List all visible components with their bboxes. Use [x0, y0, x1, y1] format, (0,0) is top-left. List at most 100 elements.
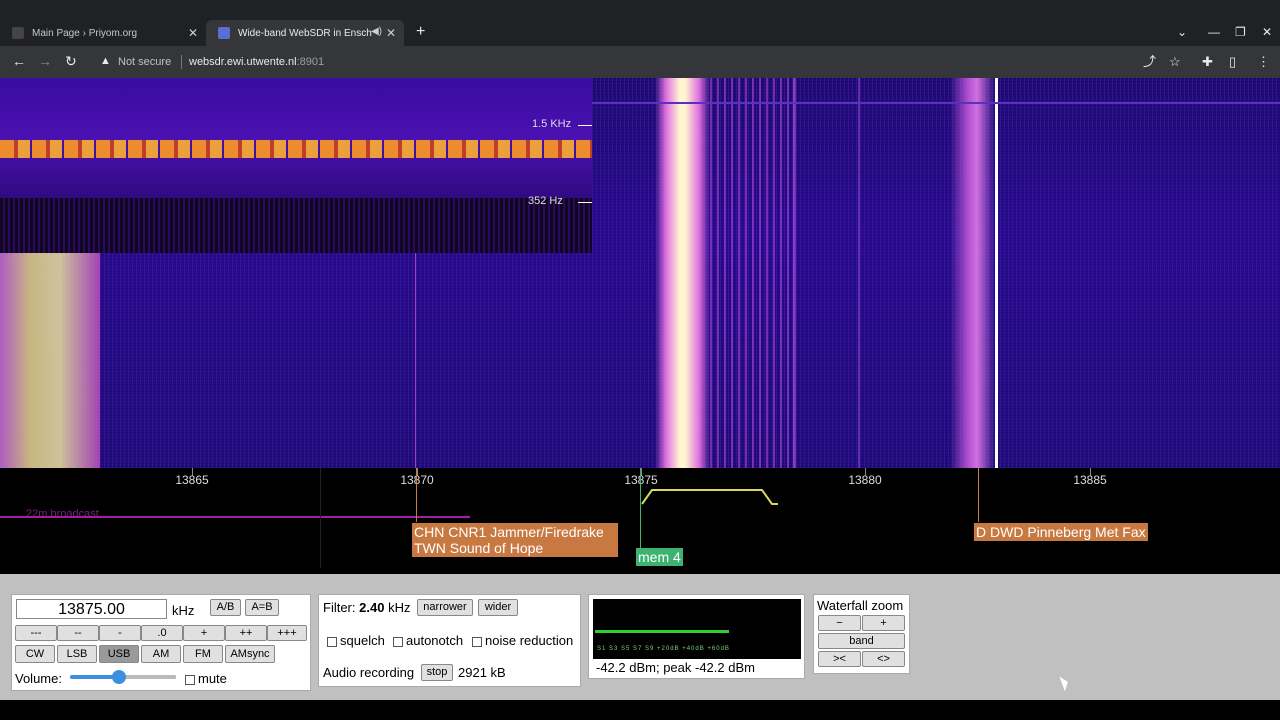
- close-window-icon[interactable]: ✕: [1262, 25, 1272, 39]
- wider-button[interactable]: wider: [478, 599, 518, 616]
- signal-trace: [0, 253, 100, 468]
- close-tab-icon[interactable]: ✕: [188, 26, 198, 40]
- inset-tick-low: [578, 202, 592, 203]
- zoom-in-button[interactable]: +: [862, 615, 905, 631]
- step-button[interactable]: +: [183, 625, 225, 641]
- signal-trace: [950, 78, 995, 468]
- volume-slider-rest[interactable]: [120, 675, 176, 679]
- station-line1: CHN CNR1 Jammer/Firedrake: [414, 524, 604, 540]
- url-text: websdr.ewi.utwente.nl:8901: [189, 56, 324, 68]
- noise-reduction-checkbox[interactable]: noise reduction: [472, 633, 573, 648]
- autonotch-checkbox-box[interactable]: [393, 636, 403, 647]
- step-button[interactable]: ---: [15, 625, 57, 641]
- smeter-readout: -42.2 dBm; peak -42.2 dBm: [596, 660, 755, 675]
- mode-am-button[interactable]: AM: [141, 645, 181, 663]
- share-icon[interactable]: ⤴: [1143, 55, 1156, 68]
- station-marker-line: [416, 468, 417, 522]
- url-port: :8901: [296, 56, 325, 68]
- signal-trace: [858, 78, 860, 468]
- passband-indicator[interactable]: [640, 488, 780, 510]
- mode-usb-button[interactable]: USB: [99, 645, 139, 663]
- inset-tick-high: [578, 125, 592, 126]
- noise-reduction-checkbox-box[interactable]: [472, 636, 482, 647]
- minimize-icon[interactable]: —: [1208, 25, 1220, 39]
- forward-icon[interactable]: →: [38, 54, 52, 68]
- inset-label-low: 352 Hz: [528, 195, 563, 207]
- waterfall-display[interactable]: 1.5 KHz 352 Hz: [0, 78, 1280, 468]
- noise-band: [0, 198, 592, 253]
- a-equals-b-button[interactable]: A=B: [245, 599, 279, 616]
- speaker-icon[interactable]: ◀): [371, 26, 382, 37]
- signal-trace: [655, 78, 710, 468]
- mute-checkbox[interactable]: mute: [185, 671, 227, 686]
- back-icon[interactable]: ←: [12, 54, 26, 68]
- extensions-icon[interactable]: ✚: [1202, 55, 1213, 68]
- frequency-input[interactable]: 13875.00: [16, 599, 167, 619]
- squelch-checkbox[interactable]: squelch: [327, 633, 385, 648]
- tab-title: Main Page › Priyom.org: [32, 27, 138, 39]
- menu-icon[interactable]: ⋮: [1257, 55, 1270, 68]
- mode-lsb-button[interactable]: LSB: [57, 645, 97, 663]
- smeter-box: S1 S3 S5 S7 S9 +20dB +40dB +60dB -42.2 d…: [588, 594, 805, 679]
- bookmark-star-icon[interactable]: ☆: [1169, 55, 1181, 68]
- signal-trace: [793, 78, 795, 468]
- squelch-label: squelch: [340, 633, 385, 648]
- reload-icon[interactable]: ↻: [65, 54, 77, 68]
- mode-fm-button[interactable]: FM: [183, 645, 223, 663]
- squelch-checkbox-box[interactable]: [327, 636, 337, 647]
- tab-title: Wide-band WebSDR in Ensch: [238, 27, 372, 39]
- freq-label: 13875: [624, 473, 658, 487]
- station-line2: TWN Sound of Hope: [414, 540, 544, 556]
- step-button[interactable]: ++: [225, 625, 267, 641]
- freq-label: 13880: [848, 473, 882, 487]
- zoom-title: Waterfall zoom: [817, 598, 904, 613]
- noise-reduction-label: noise reduction: [485, 633, 574, 648]
- tab-websdr[interactable]: Wide-band WebSDR in Ensch ◀) ✕: [206, 20, 404, 46]
- stop-recording-button[interactable]: stop: [421, 664, 453, 681]
- websdr-favicon-icon: [218, 27, 230, 39]
- security-label: Not secure: [118, 56, 172, 68]
- tab-priyom[interactable]: Main Page › Priyom.org ✕: [0, 20, 206, 46]
- memory-marker-line: [640, 468, 641, 548]
- ab-button[interactable]: A/B: [210, 599, 241, 616]
- volume-slider-knob[interactable]: [112, 670, 126, 684]
- step-button[interactable]: .0: [141, 625, 183, 641]
- filter-label: Filter:: [323, 600, 356, 615]
- tuning-box: 13875.00 kHz A/B A=B --- -- - .0 + ++ ++…: [11, 594, 311, 691]
- browser-tab-bar: Main Page › Priyom.org ✕ Wide-band WebSD…: [0, 0, 1280, 46]
- autonotch-checkbox[interactable]: autonotch: [393, 633, 463, 648]
- signal-trace: [592, 102, 1280, 104]
- address-bar: ← → ↻ ▲ Not secure websdr.ewi.utwente.nl…: [0, 46, 1280, 78]
- tab-search-icon[interactable]: ⌄: [1177, 25, 1187, 39]
- station-label-cnr1[interactable]: CHN CNR1 Jammer/Firedrake TWN Sound of H…: [411, 522, 619, 558]
- station-label-dwd[interactable]: D DWD Pinneberg Met Fax: [973, 522, 1149, 542]
- url-field[interactable]: ▲ Not secure websdr.ewi.utwente.nl:8901: [92, 51, 1192, 73]
- new-tab-icon[interactable]: +: [416, 24, 425, 40]
- side-panel-icon[interactable]: ▯: [1229, 55, 1236, 68]
- step-button[interactable]: +++: [267, 625, 307, 641]
- url-host: websdr.ewi.utwente.nl: [189, 56, 297, 68]
- zoom-band-button[interactable]: band: [818, 633, 905, 649]
- narrower-button[interactable]: narrower: [417, 599, 473, 616]
- memory-label[interactable]: mem 4: [636, 548, 683, 566]
- close-tab-icon[interactable]: ✕: [386, 26, 396, 40]
- filter-readout: Filter: 2.40 kHz: [323, 600, 410, 615]
- smeter-bar: [595, 630, 729, 633]
- band-label: 22m broadcast: [26, 508, 99, 520]
- recording-size: 2921 kB: [458, 665, 506, 680]
- zoom-wide-button[interactable]: <>: [862, 651, 905, 667]
- zoom-out-button[interactable]: −: [818, 615, 861, 631]
- autonotch-label: autonotch: [406, 633, 464, 648]
- tone-trace: [0, 140, 592, 158]
- smeter-display: S1 S3 S5 S7 S9 +20dB +40dB +60dB: [593, 599, 801, 659]
- inset-label-high: 1.5 KHz: [532, 118, 572, 130]
- filter-unit: kHz: [388, 600, 411, 615]
- mode-cw-button[interactable]: CW: [15, 645, 55, 663]
- mute-checkbox-box[interactable]: [185, 674, 195, 685]
- url-separator: [181, 55, 182, 69]
- restore-icon[interactable]: ❐: [1235, 25, 1246, 39]
- step-button[interactable]: --: [57, 625, 99, 641]
- mode-amsync-button[interactable]: AMsync: [225, 645, 275, 663]
- zoom-narrow-button[interactable]: ><: [818, 651, 861, 667]
- step-button[interactable]: -: [99, 625, 141, 641]
